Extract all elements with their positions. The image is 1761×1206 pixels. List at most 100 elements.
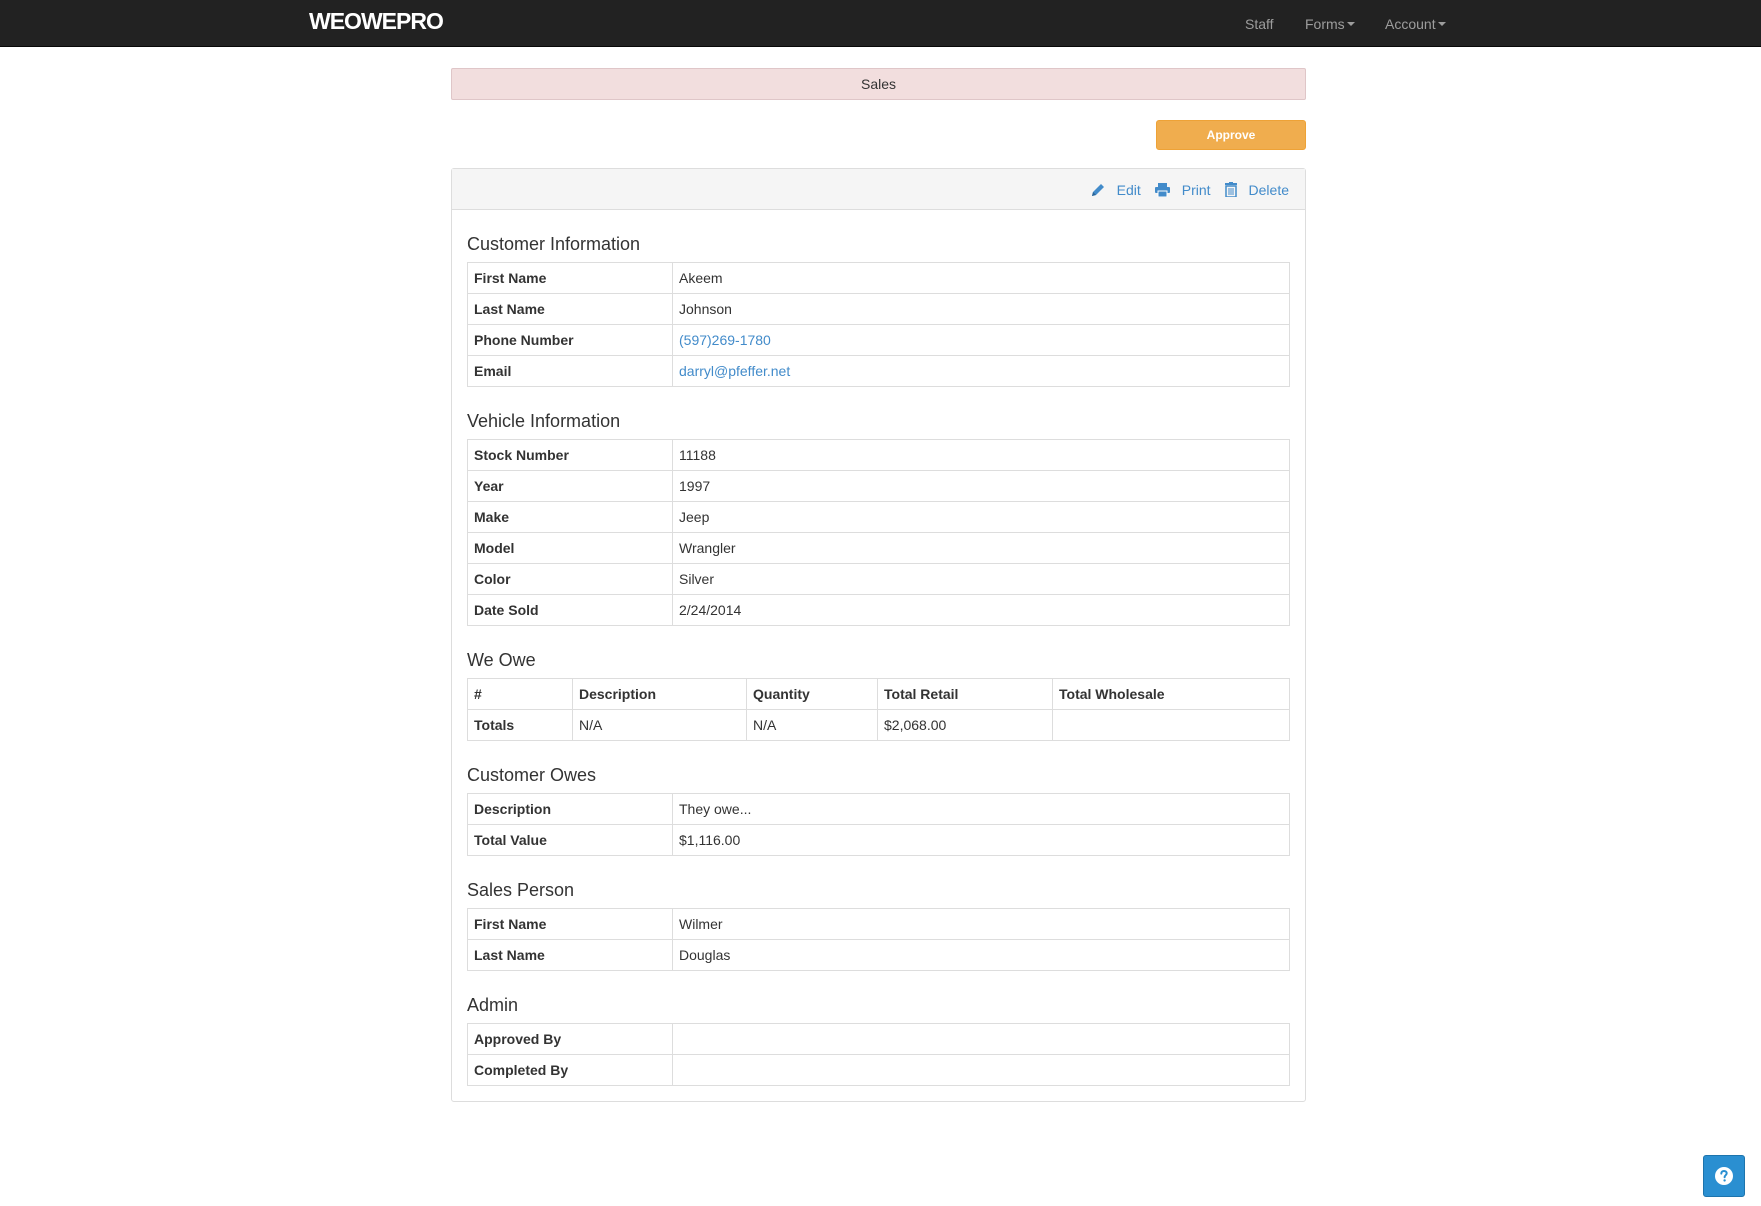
print-label: Print: [1181, 181, 1211, 198]
we-owe-table: # Description Quantity Total Retail Tota…: [467, 678, 1290, 741]
row-value: Wrangler: [672, 532, 1290, 564]
brand-logo[interactable]: WEOWEPRO: [309, 8, 444, 35]
customer-owes-table: Description They owe... Total Value $1,1…: [467, 793, 1290, 856]
panel-body: Customer Information First Name Akeem La…: [452, 234, 1305, 1086]
sales-person-heading: Sales Person: [467, 880, 575, 900]
panel-actions: Edit Print Delete: [1077, 169, 1289, 210]
help-button[interactable]: [1703, 1155, 1745, 1197]
row-label: Make: [467, 501, 673, 533]
table-row: Last Name Johnson: [467, 293, 1290, 325]
row-value: Jeep: [672, 501, 1290, 533]
column-header: Total Retail: [877, 678, 1053, 710]
table-row: Make Jeep: [467, 501, 1290, 533]
table-cell: [1052, 709, 1290, 741]
print-button[interactable]: Print: [1154, 181, 1211, 198]
row-value: Akeem: [672, 262, 1290, 294]
row-label: Completed By: [467, 1054, 673, 1086]
column-header: #: [467, 678, 573, 710]
delete-label: Delete: [1248, 181, 1289, 198]
row-label: Last Name: [467, 293, 673, 325]
row-label: First Name: [467, 262, 673, 294]
row-value: 2/24/2014: [672, 594, 1290, 626]
table-cell: N/A: [572, 709, 747, 741]
delete-button[interactable]: Delete: [1224, 181, 1289, 198]
printer-icon: [1154, 182, 1170, 197]
vehicle-info-heading: Vehicle Information: [467, 411, 621, 431]
row-label: Phone Number: [467, 324, 673, 356]
table-row: Email darryl@pfeffer.net: [467, 355, 1290, 387]
row-label: Description: [467, 793, 673, 825]
row-value: 11188: [672, 439, 1290, 471]
table-row: First Name Wilmer: [467, 908, 1290, 940]
row-value: [672, 1054, 1290, 1086]
column-header: Total Wholesale: [1052, 678, 1290, 710]
nav-forms-label: Forms: [1305, 15, 1345, 32]
admin-heading: Admin: [467, 995, 519, 1015]
nav-staff[interactable]: Staff: [1245, 0, 1274, 47]
email-link[interactable]: darryl@pfeffer.net: [672, 355, 1290, 387]
row-value: 1997: [672, 470, 1290, 502]
row-value: They owe...: [672, 793, 1290, 825]
vehicle-info-table: Stock Number 11188 Year 1997 Make Jeep M…: [467, 439, 1290, 626]
row-value: Douglas: [672, 939, 1290, 971]
row-value: Johnson: [672, 293, 1290, 325]
totals-label: Totals: [467, 709, 573, 741]
customer-info-table: First Name Akeem Last Name Johnson Phone…: [467, 262, 1290, 387]
edit-label: Edit: [1116, 181, 1141, 198]
row-value: Wilmer: [672, 908, 1290, 940]
table-cell: N/A: [746, 709, 878, 741]
question-circle-icon: [1715, 1167, 1733, 1185]
nav-forms-wrapper: Forms: [1305, 0, 1355, 47]
table-row: Description They owe...: [467, 793, 1290, 825]
table-header-row: # Description Quantity Total Retail Tota…: [467, 678, 1290, 710]
table-row: Last Name Douglas: [467, 939, 1290, 971]
department-alert: Sales: [451, 68, 1306, 100]
top-navbar: WEOWEPRO Staff Forms Account: [0, 0, 1761, 47]
panel-heading: Edit Print Delete: [452, 169, 1305, 210]
column-header: Quantity: [746, 678, 878, 710]
table-row: Completed By: [467, 1054, 1290, 1086]
sales-person-table: First Name Wilmer Last Name Douglas: [467, 908, 1290, 971]
nav-account-wrapper: Account: [1385, 0, 1446, 47]
column-header: Description: [572, 678, 747, 710]
row-label: Model: [467, 532, 673, 564]
row-label: Color: [467, 563, 673, 595]
table-row: Model Wrangler: [467, 532, 1290, 564]
row-label: Email: [467, 355, 673, 387]
row-label: Year: [467, 470, 673, 502]
pencil-icon: [1091, 183, 1104, 196]
row-label: First Name: [467, 908, 673, 940]
trash-icon: [1224, 182, 1237, 197]
row-value: $1,116.00: [672, 824, 1290, 856]
table-cell: $2,068.00: [877, 709, 1053, 741]
row-label: Last Name: [467, 939, 673, 971]
row-value: Silver: [672, 563, 1290, 595]
customer-owes-heading: Customer Owes: [467, 765, 597, 785]
row-label: Total Value: [467, 824, 673, 856]
nav-forms-dropdown[interactable]: Forms: [1305, 0, 1355, 47]
table-row: Date Sold 2/24/2014: [467, 594, 1290, 626]
table-row: Stock Number 11188: [467, 439, 1290, 471]
edit-button[interactable]: Edit: [1091, 182, 1141, 198]
table-row: Year 1997: [467, 470, 1290, 502]
nav-menu: Staff: [1245, 0, 1274, 47]
approve-button[interactable]: Approve: [1156, 120, 1306, 150]
customer-info-heading: Customer Information: [467, 234, 641, 254]
nav-account-dropdown[interactable]: Account: [1385, 0, 1446, 47]
table-row: First Name Akeem: [467, 262, 1290, 294]
chevron-down-icon: [1346, 21, 1355, 26]
row-value: [672, 1023, 1290, 1055]
phone-link[interactable]: (597)269-1780: [672, 324, 1290, 356]
table-row: Color Silver: [467, 563, 1290, 595]
row-label: Approved By: [467, 1023, 673, 1055]
chevron-down-icon: [1437, 21, 1446, 26]
row-label: Stock Number: [467, 439, 673, 471]
table-row: Approved By: [467, 1023, 1290, 1055]
sale-detail-panel: Edit Print Delete Customer Information F…: [451, 168, 1306, 1102]
row-label: Date Sold: [467, 594, 673, 626]
table-row: Phone Number (597)269-1780: [467, 324, 1290, 356]
nav-account-label: Account: [1385, 15, 1436, 32]
we-owe-heading: We Owe: [467, 650, 536, 670]
table-row: Total Value $1,116.00: [467, 824, 1290, 856]
admin-table: Approved By Completed By: [467, 1023, 1290, 1086]
